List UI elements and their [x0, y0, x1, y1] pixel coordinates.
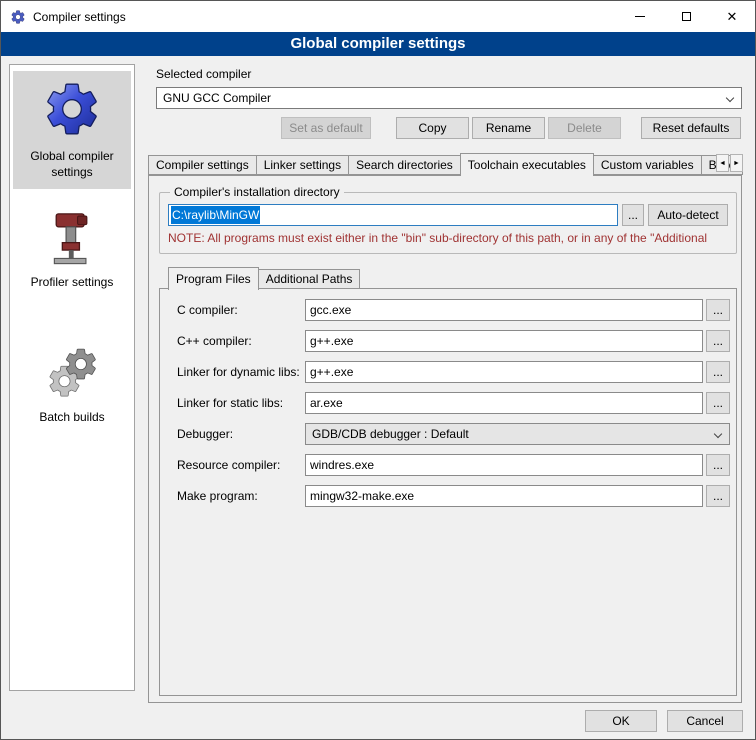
tab-compiler-settings[interactable]: Compiler settings — [148, 155, 257, 175]
resource-compiler-input[interactable] — [305, 454, 703, 476]
make-program-label: Make program: — [177, 489, 305, 503]
reset-defaults-button[interactable]: Reset defaults — [641, 117, 741, 139]
cancel-button[interactable]: Cancel — [667, 710, 743, 732]
dialog-content: Global compiler settings Profiler settin… — [1, 56, 755, 740]
ok-button[interactable]: OK — [585, 710, 657, 732]
resource-compiler-label: Resource compiler: — [177, 458, 305, 472]
cpp-compiler-label: C++ compiler: — [177, 334, 305, 348]
dynamic-linker-label: Linker for dynamic libs: — [177, 365, 305, 379]
tab-scroll-arrows: ◄ ► — [716, 154, 743, 172]
debugger-select[interactable]: GDB/CDB debugger : Default — [305, 423, 730, 445]
auto-detect-button[interactable]: Auto-detect — [648, 204, 728, 226]
field-row-debugger: Debugger: GDB/CDB debugger : Default — [177, 423, 736, 445]
dynamic-linker-input[interactable] — [305, 361, 703, 383]
tab-strip: Compiler settings Linker settings Search… — [146, 152, 749, 175]
tab-toolchain-executables[interactable]: Toolchain executables — [460, 153, 594, 176]
maximize-icon — [682, 12, 691, 21]
static-linker-label: Linker for static libs: — [177, 396, 305, 410]
sub-tab-strip: Program Files Additional Paths — [159, 266, 741, 289]
field-row-make-program: Make program: ... — [177, 485, 736, 507]
close-button[interactable]: ✕ — [709, 1, 755, 32]
gray-gears-icon — [15, 347, 129, 404]
sidebar-item-batch-builds[interactable]: Batch builds — [13, 340, 131, 435]
compiler-select[interactable]: GNU GCC Compiler — [156, 87, 742, 109]
sidebar-item-label: Global compiler settings — [15, 149, 129, 180]
compiler-select-value: GNU GCC Compiler — [163, 91, 271, 105]
field-row-c-compiler: C compiler: ... — [177, 299, 736, 321]
cpp-compiler-input[interactable] — [305, 330, 703, 352]
set-as-default-button: Set as default — [281, 117, 371, 139]
static-linker-browse-button[interactable]: ... — [706, 392, 730, 414]
close-icon: ✕ — [727, 9, 738, 25]
sidebar-item-profiler-settings[interactable]: Profiler settings — [13, 203, 131, 300]
resource-compiler-browse-button[interactable]: ... — [706, 454, 730, 476]
tab-custom-variables[interactable]: Custom variables — [593, 155, 702, 175]
chevron-down-icon — [726, 94, 734, 102]
window-title: Compiler settings — [33, 10, 126, 24]
dialog-header: Global compiler settings — [1, 32, 755, 56]
selected-compiler-label: Selected compiler — [156, 67, 749, 81]
maximize-button[interactable] — [663, 1, 709, 32]
installation-directory-input[interactable]: C:\raylib\MinGW — [168, 204, 618, 226]
field-row-cpp-compiler: C++ compiler: ... — [177, 330, 736, 352]
installation-directory-group: Compiler's installation directory C:\ray… — [159, 185, 737, 254]
debugger-label: Debugger: — [177, 427, 305, 441]
debugger-select-value: GDB/CDB debugger : Default — [312, 427, 469, 441]
cpp-compiler-browse-button[interactable]: ... — [706, 330, 730, 352]
c-compiler-label: C compiler: — [177, 303, 305, 317]
browse-directory-button[interactable]: ... — [622, 204, 644, 226]
tab-scroll-left-button[interactable]: ◄ — [716, 154, 729, 172]
tab-scroll-right-button[interactable]: ► — [730, 154, 743, 172]
main-settings-area: Selected compiler GNU GCC Compiler Set a… — [146, 64, 749, 703]
toolchain-executables-panel: Compiler's installation directory C:\ray… — [148, 175, 742, 703]
static-linker-input[interactable] — [305, 392, 703, 414]
profiler-tool-icon — [15, 210, 129, 269]
field-row-resource-compiler: Resource compiler: ... — [177, 454, 736, 476]
c-compiler-browse-button[interactable]: ... — [706, 299, 730, 321]
settings-category-list: Global compiler settings Profiler settin… — [9, 64, 135, 691]
blue-gear-icon — [15, 78, 129, 143]
make-program-browse-button[interactable]: ... — [706, 485, 730, 507]
rename-button[interactable]: Rename — [472, 117, 545, 139]
field-row-dynamic-linker: Linker for dynamic libs: ... — [177, 361, 736, 383]
installation-directory-label: Compiler's installation directory — [170, 185, 344, 199]
field-row-static-linker: Linker for static libs: ... — [177, 392, 736, 414]
copy-button[interactable]: Copy — [396, 117, 469, 139]
note-text: NOTE: All programs must exist either in … — [168, 231, 728, 245]
sidebar-item-global-compiler-settings[interactable]: Global compiler settings — [13, 71, 131, 189]
tab-linker-settings[interactable]: Linker settings — [256, 155, 349, 175]
compiler-settings-window: Compiler settings ✕ Global compiler sett… — [0, 0, 756, 740]
make-program-input[interactable] — [305, 485, 703, 507]
program-files-panel: C compiler: ... C++ compiler: ... Linker… — [159, 288, 737, 696]
directory-selected-text: C:\raylib\MinGW — [171, 206, 260, 224]
tab-program-files[interactable]: Program Files — [168, 267, 259, 290]
compiler-action-buttons: Set as default Copy Rename Delete Reset … — [281, 117, 749, 139]
dialog-footer: OK Cancel — [585, 710, 743, 732]
minimize-button[interactable] — [617, 1, 663, 32]
sidebar-item-label: Batch builds — [15, 410, 129, 426]
tab-additional-paths[interactable]: Additional Paths — [258, 269, 361, 289]
delete-button: Delete — [548, 117, 621, 139]
title-bar: Compiler settings ✕ — [1, 1, 755, 32]
chevron-down-icon — [714, 430, 722, 438]
dynamic-linker-browse-button[interactable]: ... — [706, 361, 730, 383]
sidebar-item-label: Profiler settings — [15, 275, 129, 291]
c-compiler-input[interactable] — [305, 299, 703, 321]
tab-search-directories[interactable]: Search directories — [348, 155, 461, 175]
minimize-icon — [635, 16, 645, 17]
app-icon — [10, 9, 26, 25]
